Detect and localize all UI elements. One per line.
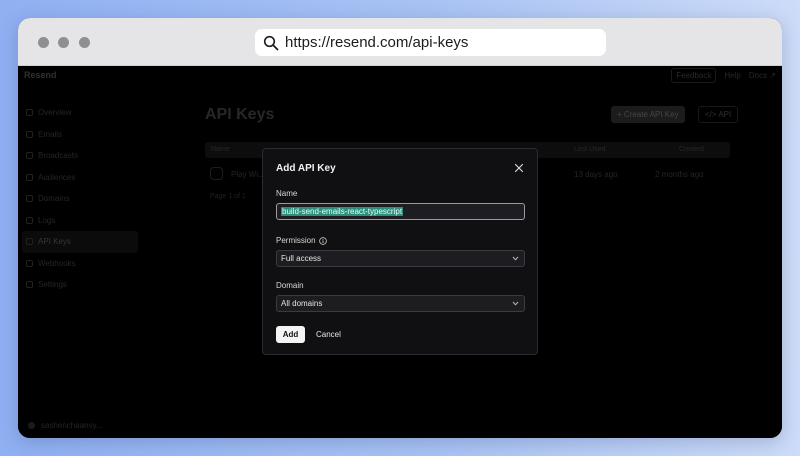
permission-select-value: Full access bbox=[281, 254, 322, 263]
name-label: Name bbox=[276, 189, 298, 198]
minimize-window-dot[interactable] bbox=[58, 37, 69, 48]
name-input-value: build-send-emails-react-typescript bbox=[281, 207, 404, 216]
permission-label: Permission bbox=[276, 236, 316, 245]
cancel-button[interactable]: Cancel bbox=[316, 330, 341, 339]
domain-select-value: All domains bbox=[281, 299, 323, 308]
maximize-window-dot[interactable] bbox=[79, 37, 90, 48]
dialog-title: Add API Key bbox=[276, 163, 336, 174]
permission-select[interactable]: Full access bbox=[276, 250, 525, 267]
url-text: https://resend.com/api-keys bbox=[285, 34, 469, 51]
add-api-key-dialog: Add API Key Name build-send-emails-react… bbox=[262, 148, 538, 355]
address-bar[interactable]: https://resend.com/api-keys bbox=[255, 29, 606, 56]
chevron-down-icon bbox=[512, 301, 519, 306]
resend-app: Resend Feedback Help Docs ↗ Overview Ema… bbox=[18, 66, 782, 438]
info-icon[interactable] bbox=[318, 236, 327, 245]
name-input[interactable]: build-send-emails-react-typescript bbox=[276, 203, 525, 220]
permission-label-row: Permission bbox=[276, 236, 327, 245]
add-button[interactable]: Add bbox=[276, 326, 305, 343]
chevron-down-icon bbox=[512, 256, 519, 261]
browser-titlebar: https://resend.com/api-keys bbox=[18, 18, 782, 66]
domain-select[interactable]: All domains bbox=[276, 295, 525, 312]
close-window-dot[interactable] bbox=[38, 37, 49, 48]
search-icon bbox=[263, 35, 279, 50]
close-icon[interactable] bbox=[514, 163, 524, 173]
browser-window: https://resend.com/api-keys Resend Feedb… bbox=[18, 18, 782, 438]
domain-label: Domain bbox=[276, 281, 304, 290]
